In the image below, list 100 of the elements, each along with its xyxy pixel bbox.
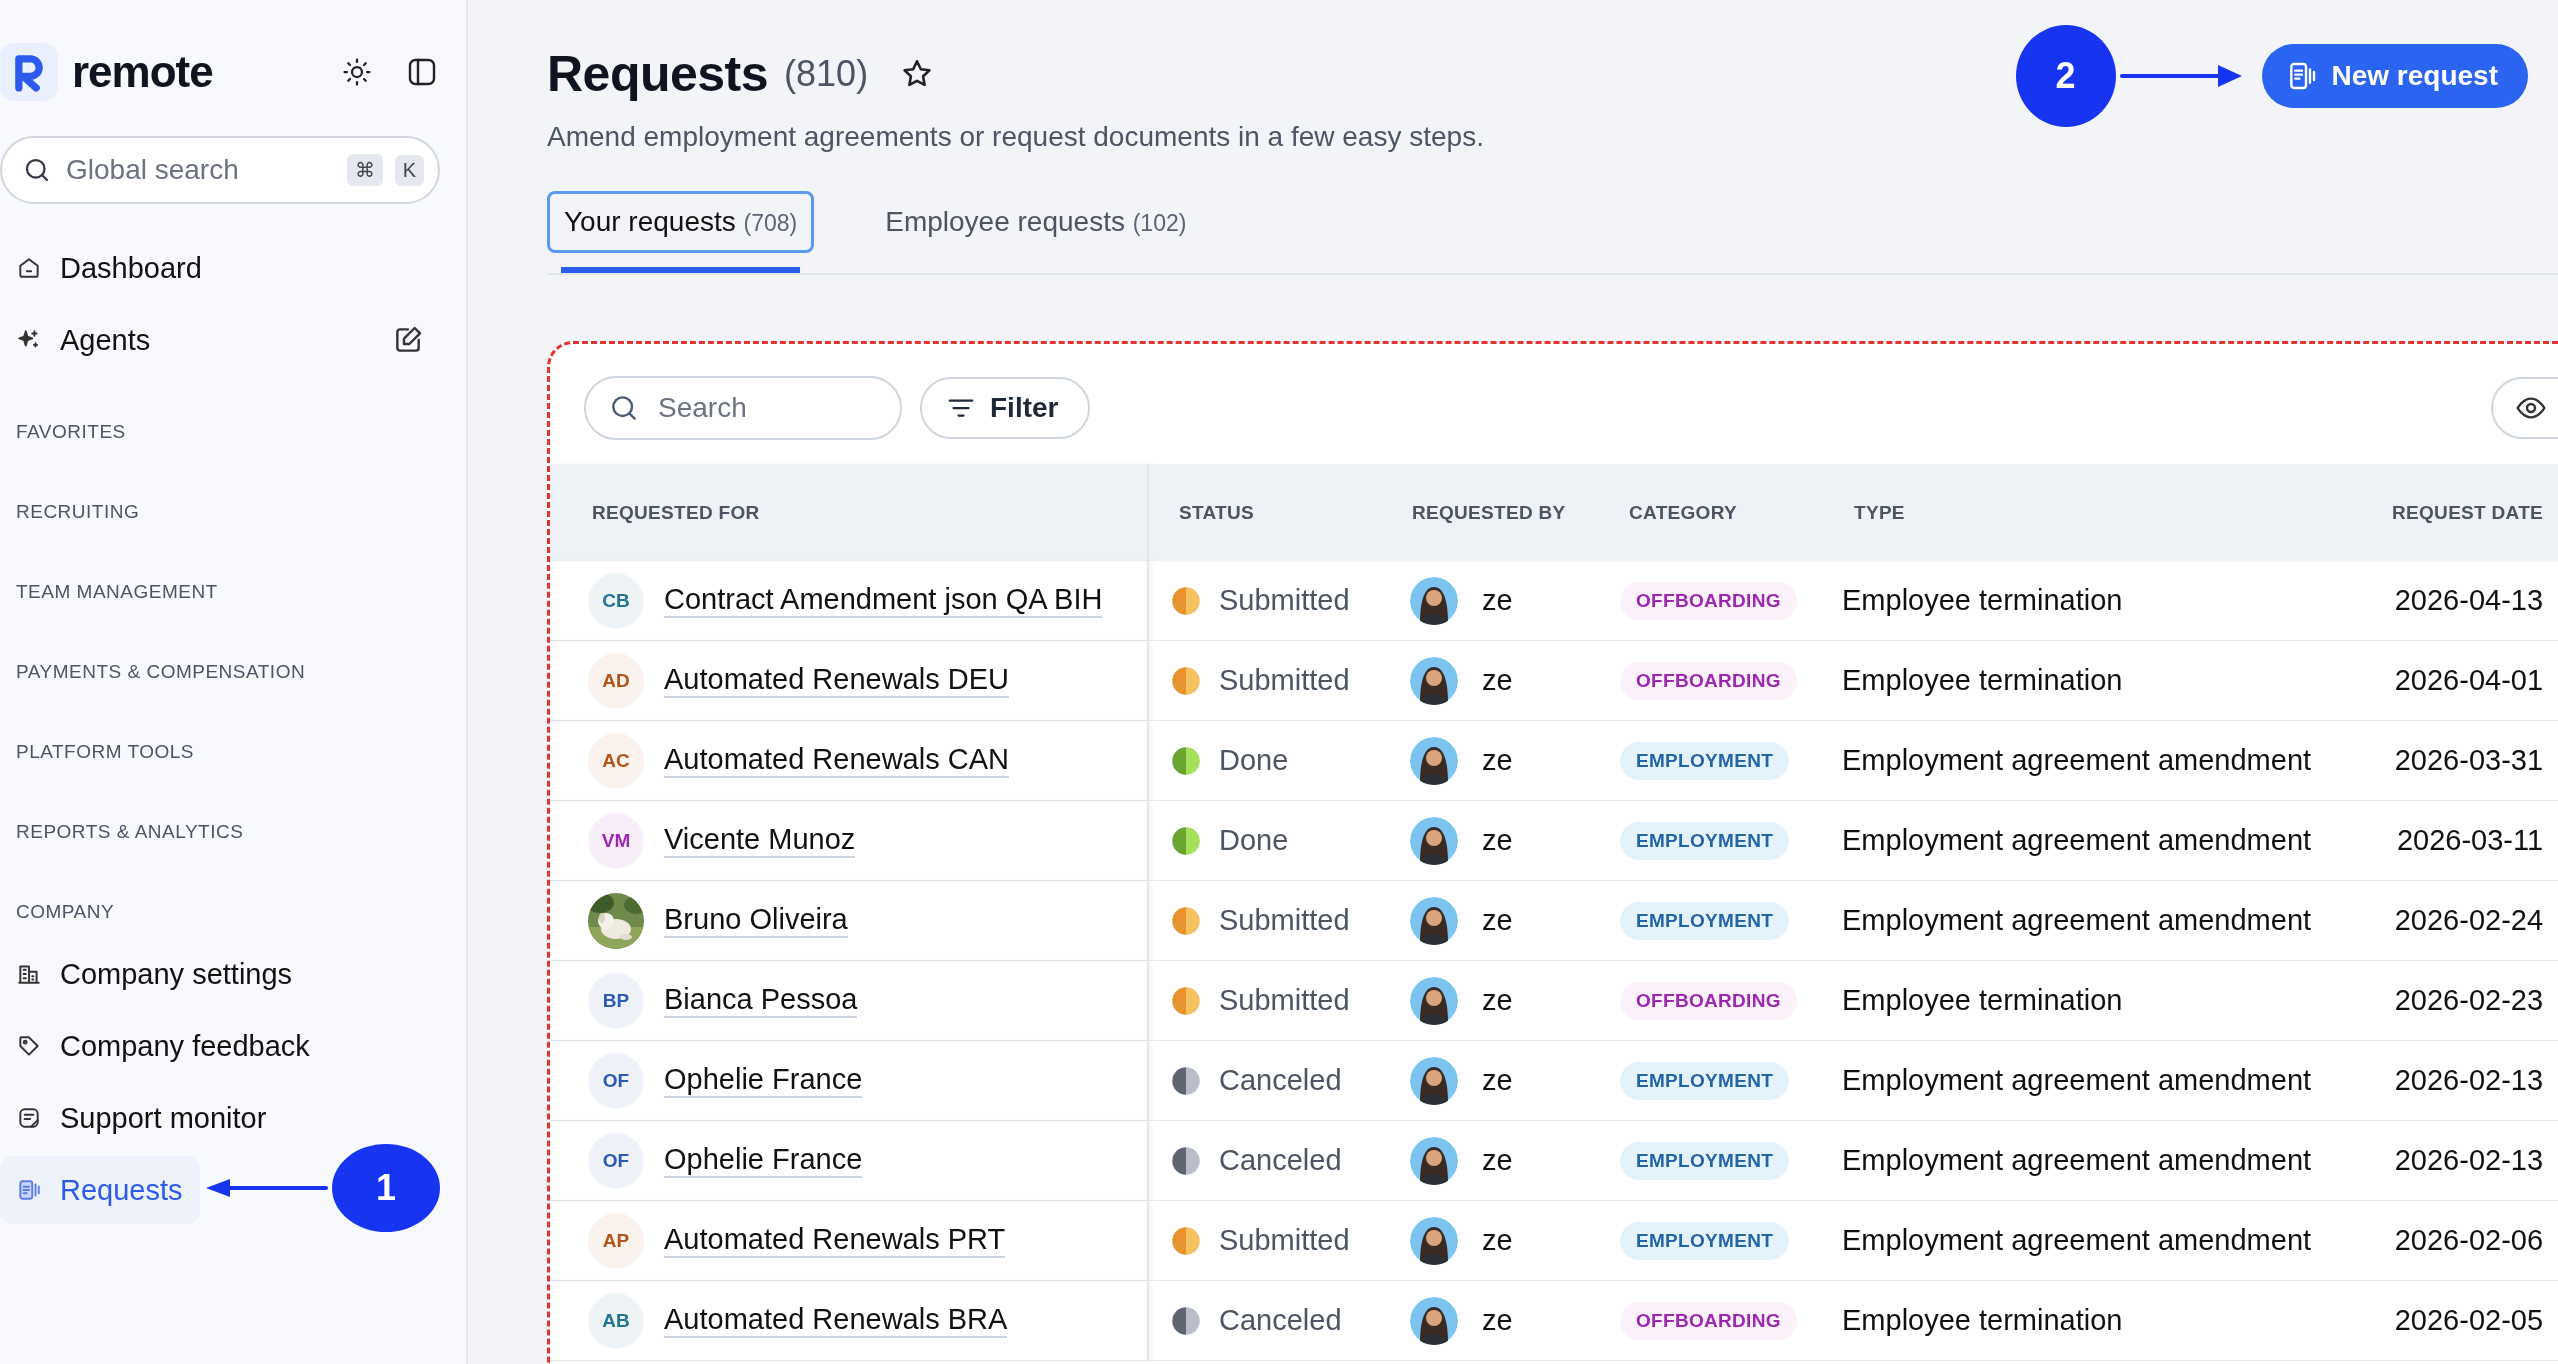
section-heading: COMPANY [15, 900, 116, 924]
status-label: Submitted [1219, 984, 1350, 1017]
requester-name: ze [1482, 1144, 1513, 1177]
person-avatar [1410, 656, 1458, 705]
new-request-button[interactable]: New request [2261, 44, 2528, 108]
theme-toggle-icon[interactable] [342, 57, 372, 87]
employee-link[interactable]: Contract Amendment json QA BIH [664, 582, 1103, 619]
employee-link[interactable]: Bianca Pessoa [664, 982, 858, 1019]
category-tag: EMPLOYMENT [1620, 741, 1790, 780]
requester-name: ze [1482, 1064, 1513, 1097]
status-label: Canceled [1219, 1064, 1342, 1097]
person-avatar [1410, 976, 1458, 1025]
annotation-marker: 2 [2015, 25, 2116, 127]
page-title: Requests [547, 45, 769, 103]
request-type: Employee termination [1842, 664, 2123, 697]
shortcut-key: ⌘ [346, 154, 383, 186]
search-input[interactable]: Global search [64, 153, 335, 187]
request-count: (810) [784, 53, 869, 95]
status-label: Submitted [1219, 584, 1350, 617]
request-type: Employee termination [1842, 1304, 2123, 1337]
category-tag: OFFBOARDING [1620, 981, 1797, 1020]
requester-name: ze [1482, 1304, 1513, 1337]
employee-link[interactable]: Automated Renewals CAN [664, 742, 1009, 779]
column-header: CATEGORY [1612, 464, 1832, 561]
nav-item[interactable]: Requests [0, 1156, 200, 1224]
view-options-button[interactable] [2491, 377, 2558, 439]
document-icon [16, 1177, 42, 1203]
category-tag: OFFBOARDING [1620, 1301, 1797, 1340]
employee-link[interactable]: Bruno Oliveira [664, 902, 848, 939]
status-label: Done [1219, 744, 1289, 777]
nav-label: Company feedback [60, 1029, 310, 1063]
logo-icon [0, 43, 58, 101]
request-type: Employment agreement amendment [1842, 1224, 2312, 1257]
nav-item[interactable]: Dashboard [0, 234, 440, 302]
nav-label: Agents [60, 323, 151, 357]
request-type: Employee termination [1842, 984, 2123, 1017]
request-date: 2026-02-06 [2394, 1224, 2544, 1257]
person-avatar [1410, 576, 1458, 625]
nav-label: Company settings [60, 957, 293, 991]
filter-button[interactable]: Filter [920, 377, 1091, 439]
status-label: Submitted [1219, 904, 1350, 937]
person-avatar [1410, 736, 1458, 785]
request-date: 2026-03-11 [2396, 824, 2544, 857]
employee-link[interactable]: Automated Renewals BRA [664, 1302, 1008, 1339]
section-heading: RECRUITING [15, 500, 141, 524]
category-tag: OFFBOARDING [1620, 661, 1797, 700]
section-heading: PLATFORM TOOLS [15, 740, 196, 764]
status-label: Submitted [1219, 664, 1350, 697]
tab[interactable]: Employee requests (102) [868, 191, 1204, 273]
initials-avatar: OF [588, 1132, 644, 1189]
category-tag: EMPLOYMENT [1620, 1061, 1790, 1100]
column-header: REQUEST DATE [2311, 464, 2558, 561]
tab[interactable]: Your requests (708) [547, 191, 815, 273]
category-tag: OFFBOARDING [1620, 581, 1797, 620]
initials-avatar: AB [588, 1292, 644, 1349]
nav-item[interactable]: Company settings [0, 940, 440, 1008]
employee-link[interactable]: Vicente Munoz [664, 822, 856, 859]
nav-label: Support monitor [60, 1101, 267, 1135]
request-date: 2026-02-13 [2394, 1064, 2544, 1097]
request-type: Employment agreement amendment [1842, 1144, 2312, 1177]
requester-name: ze [1482, 904, 1513, 937]
initials-avatar: VM [588, 812, 644, 869]
request-date: 2026-04-01 [2394, 664, 2544, 697]
requester-name: ze [1482, 824, 1513, 857]
column-header: TYPE [1832, 464, 2312, 561]
employee-link[interactable]: Automated Renewals DEU [664, 662, 1009, 699]
column-header: REQUESTED FOR [550, 464, 1149, 561]
status-label: Done [1219, 824, 1289, 857]
requester-name: ze [1482, 664, 1513, 697]
search-field[interactable]: Search [584, 376, 902, 440]
category-tag: EMPLOYMENT [1620, 1221, 1790, 1260]
employee-link[interactable]: Automated Renewals PRT [664, 1222, 1006, 1259]
person-avatar [1410, 816, 1458, 865]
section-heading: FAVORITES [15, 420, 127, 444]
request-type: Employee termination [1842, 584, 2123, 617]
request-date: 2026-02-23 [2394, 984, 2544, 1017]
requester-name: ze [1482, 984, 1513, 1017]
category-tag: EMPLOYMENT [1620, 1141, 1790, 1180]
status-label: Canceled [1219, 1304, 1342, 1337]
person-avatar [1410, 1296, 1458, 1345]
requester-name: ze [1482, 1224, 1513, 1257]
request-date: 2026-04-13 [2394, 584, 2544, 617]
section-heading: TEAM MANAGEMENT [15, 580, 219, 604]
nav-item[interactable]: Company feedback [0, 1012, 440, 1080]
logo-text: remote [72, 47, 213, 97]
search-field[interactable]: Global search ⌘ K [0, 136, 440, 204]
sidebar-toggle-icon[interactable] [406, 56, 438, 88]
employee-link[interactable]: Ophelie France [664, 1142, 863, 1179]
home-icon [16, 255, 42, 281]
person-avatar [1410, 896, 1458, 945]
employee-link[interactable]: Ophelie France [664, 1062, 863, 1099]
annotation-marker: 1 [332, 1144, 440, 1232]
initials-avatar: CB [588, 572, 644, 629]
nav-item[interactable]: Agents [0, 306, 440, 374]
column-header: STATUS [1149, 464, 1392, 561]
request-date: 2026-03-31 [2394, 744, 2544, 777]
status-label: Canceled [1219, 1144, 1342, 1177]
request-date: 2026-02-13 [2394, 1144, 2544, 1177]
category-tag: EMPLOYMENT [1620, 901, 1790, 940]
request-type: Employment agreement amendment [1842, 1064, 2312, 1097]
